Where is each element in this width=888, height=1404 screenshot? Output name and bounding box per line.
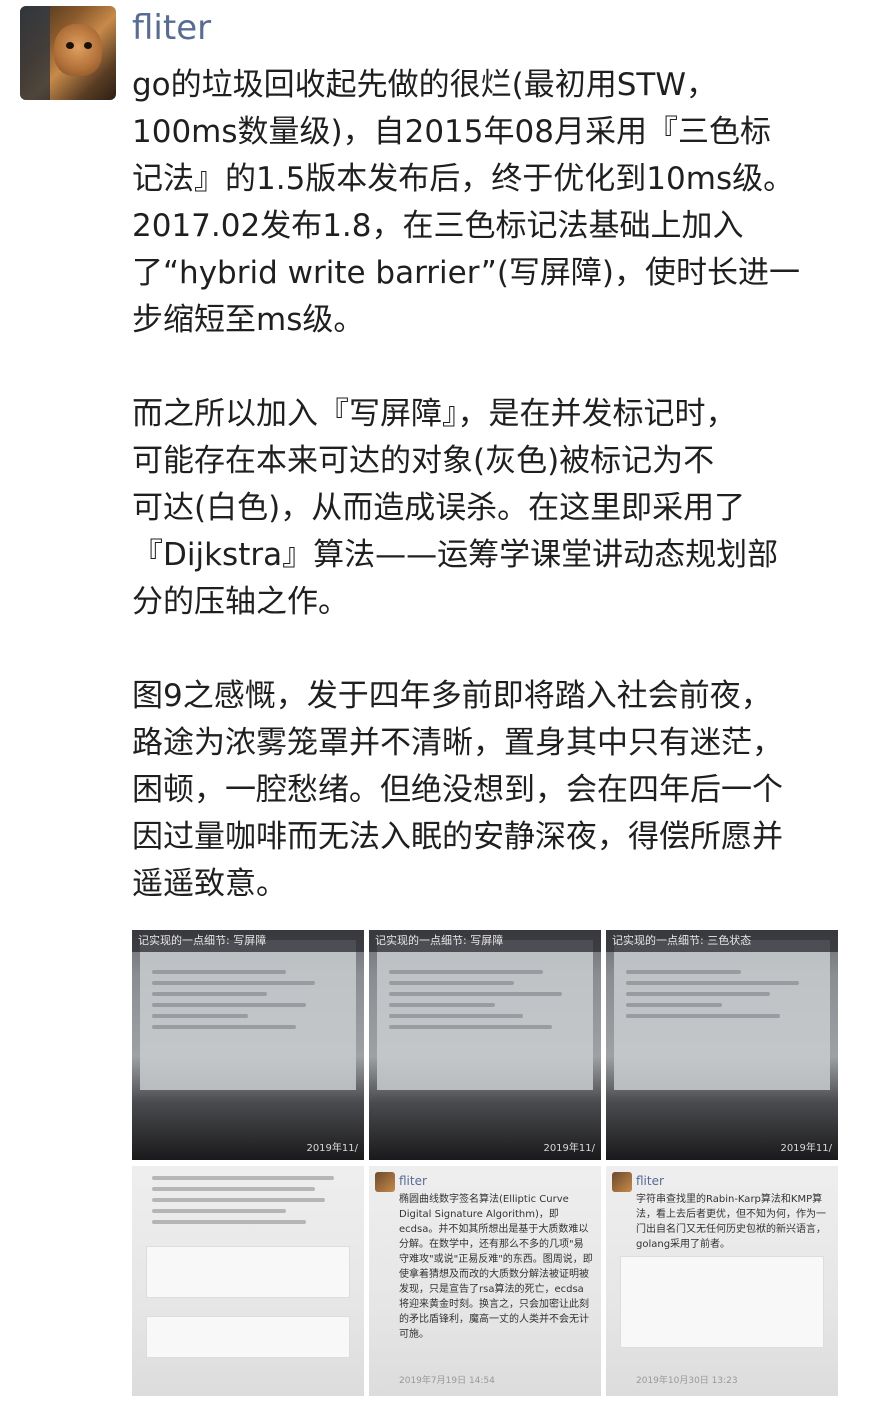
- photo-thumbnail[interactable]: fliter 字符串查找里的Rabin-Karp算法和KMP算法，看上去后者更优…: [606, 1166, 838, 1396]
- post-paragraph: 而之所以加入『写屏障』，是在并发标记时， 可能存在本来可达的对象(灰色)被标记为…: [132, 396, 779, 620]
- mini-post-date: 2019年10月30日 13:23: [636, 1376, 738, 1386]
- avatar-background: [20, 6, 50, 100]
- photo-caption: 记实现的一点细节: 写屏障: [132, 930, 364, 952]
- mini-post-text: 字符串查找里的Rabin-Karp算法和KMP算法，看上去后者更优，但不知为何，…: [636, 1194, 826, 1250]
- mini-avatar: [612, 1172, 632, 1192]
- mini-post-date: 2019年7月19日 14:54: [399, 1376, 495, 1386]
- photo-caption: 记实现的一点细节: 写屏障: [369, 930, 601, 952]
- author-name[interactable]: fliter: [132, 6, 211, 50]
- mini-post-text: 椭圆曲线数字签名算法(Elliptic Curve Digital Signat…: [399, 1194, 593, 1340]
- avatar-eye-right: [84, 42, 92, 49]
- photo-caption: 记实现的一点细节: 三色状态: [606, 930, 838, 952]
- photo-thumbnail[interactable]: 记实现的一点细节: 写屏障 2019年11/: [132, 930, 364, 1160]
- avatar-eye-left: [66, 42, 74, 49]
- photo-date: 2019年11/: [780, 1143, 832, 1154]
- cat-avatar-icon: [54, 24, 102, 76]
- photo-date: 2019年11/: [306, 1143, 358, 1154]
- photo-date: 2019年11/: [543, 1143, 595, 1154]
- photo-text-lines: [389, 970, 581, 1036]
- photo-thumbnail[interactable]: 记实现的一点细节: 三色状态 2019年11/: [606, 930, 838, 1160]
- photo-text-lines: [152, 970, 344, 1036]
- photo-grid: 记实现的一点细节: 写屏障 2019年11/ 记实现的一点细节: 写屏障 201…: [132, 930, 838, 1400]
- avatar[interactable]: [20, 6, 116, 100]
- photo-code-block: [146, 1316, 350, 1358]
- mini-avatar: [375, 1172, 395, 1192]
- photo-text-lines: [152, 1176, 344, 1231]
- mini-author-name: fliter: [636, 1174, 664, 1188]
- photo-thumbnail[interactable]: [132, 1166, 364, 1396]
- photo-thumbnail[interactable]: fliter 椭圆曲线数字签名算法(Elliptic Curve Digital…: [369, 1166, 601, 1396]
- photo-code-block: [146, 1246, 350, 1298]
- post-body: go的垃圾回收起先做的很烂(最初用STW， 100ms数量级)，自2015年08…: [132, 62, 872, 908]
- mini-author-name: fliter: [399, 1174, 427, 1188]
- photo-code-block: [620, 1256, 824, 1348]
- post-paragraph: 图9之感慨，发于四年多前即将踏入社会前夜， 路途为浓雾笼罩并不清晰，置身其中只有…: [132, 678, 783, 902]
- photo-text-lines: [626, 970, 818, 1025]
- photo-thumbnail[interactable]: 记实现的一点细节: 写屏障 2019年11/: [369, 930, 601, 1160]
- post-paragraph: go的垃圾回收起先做的很烂(最初用STW， 100ms数量级)，自2015年08…: [132, 67, 801, 338]
